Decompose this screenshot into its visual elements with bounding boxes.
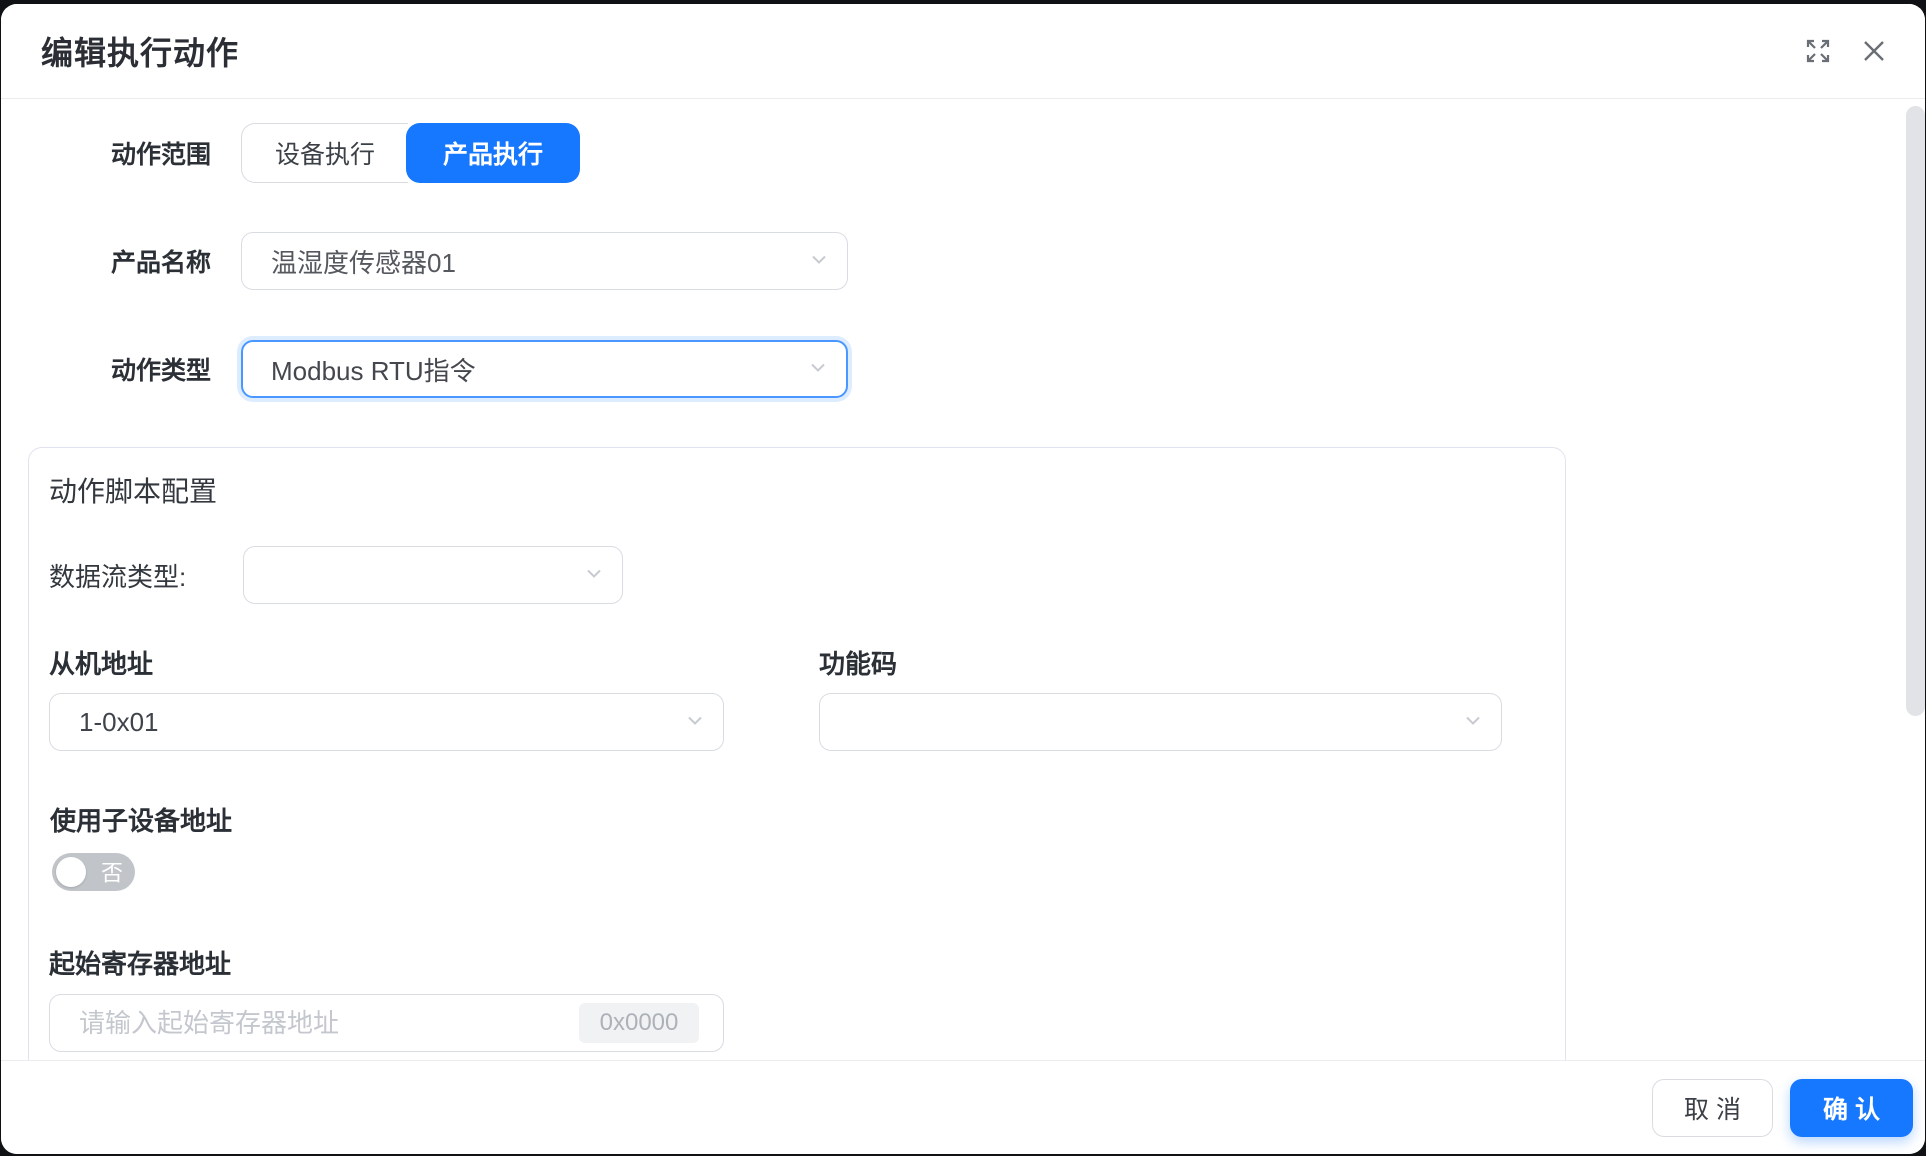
- header-actions: [1803, 36, 1889, 66]
- action-scope-row: 动作范围 设备执行 产品执行: [111, 123, 580, 183]
- tab-product-execute[interactable]: 产品执行: [406, 123, 580, 183]
- function-code-label: 功能码: [819, 646, 897, 682]
- toggle-state-label: 否: [101, 855, 123, 887]
- chevron-down-icon: [808, 354, 828, 385]
- stream-type-select[interactable]: [243, 546, 623, 604]
- product-name-value: 温湿度传感器01: [271, 243, 456, 280]
- action-type-value: Modbus RTU指令: [271, 351, 476, 388]
- action-script-config-card: 动作脚本配置 数据流类型: 从机地址 功能码 1-0x01: [28, 447, 1566, 1060]
- action-type-label: 动作类型: [111, 351, 241, 387]
- stream-type-label: 数据流类型:: [49, 546, 186, 604]
- slave-address-select[interactable]: 1-0x01: [49, 693, 724, 751]
- action-type-row: 动作类型 Modbus RTU指令: [111, 340, 848, 398]
- dialog-body: 动作范围 设备执行 产品执行 产品名称 温湿度传感器01 动作类型 Mo: [1, 100, 1925, 1060]
- action-scope-label: 动作范围: [111, 135, 241, 171]
- tab-device-execute[interactable]: 设备执行: [241, 123, 408, 183]
- chevron-down-icon: [809, 246, 829, 277]
- chevron-down-icon: [685, 707, 705, 738]
- product-name-select[interactable]: 温湿度传感器01: [241, 232, 848, 290]
- start-register-label: 起始寄存器地址: [49, 946, 231, 982]
- action-type-select[interactable]: Modbus RTU指令: [241, 340, 848, 398]
- slave-address-label: 从机地址: [49, 646, 153, 682]
- product-name-label: 产品名称: [111, 243, 241, 279]
- close-icon[interactable]: [1859, 36, 1889, 66]
- product-name-row: 产品名称 温湿度传感器01: [111, 232, 848, 290]
- hex-format-hint-badge: 0x0000: [579, 1003, 699, 1043]
- dialog-title: 编辑执行动作: [41, 28, 1803, 74]
- chevron-down-icon: [1463, 707, 1483, 738]
- slave-address-value: 1-0x01: [79, 707, 159, 738]
- chevron-down-icon: [584, 560, 604, 591]
- start-register-field: 0x0000: [49, 994, 724, 1052]
- function-code-select[interactable]: [819, 693, 1502, 751]
- dialog-header: 编辑执行动作: [1, 4, 1925, 99]
- action-scope-segmented-control: 设备执行 产品执行: [241, 123, 580, 183]
- vertical-scrollbar-thumb[interactable]: [1906, 106, 1925, 716]
- cancel-button[interactable]: 取 消: [1652, 1079, 1773, 1137]
- toggle-knob: [56, 857, 86, 887]
- edit-action-dialog: 编辑执行动作 动作范围 设备执行 产品执行: [1, 4, 1925, 1154]
- dialog-footer: 取 消 确 认: [1, 1060, 1925, 1154]
- use-sub-device-toggle[interactable]: 否: [52, 853, 135, 891]
- card-title: 动作脚本配置: [49, 470, 217, 510]
- start-register-input[interactable]: [79, 1008, 563, 1039]
- use-sub-device-label: 使用子设备地址: [50, 803, 232, 839]
- fullscreen-expand-icon[interactable]: [1803, 36, 1833, 66]
- confirm-button[interactable]: 确 认: [1790, 1079, 1913, 1137]
